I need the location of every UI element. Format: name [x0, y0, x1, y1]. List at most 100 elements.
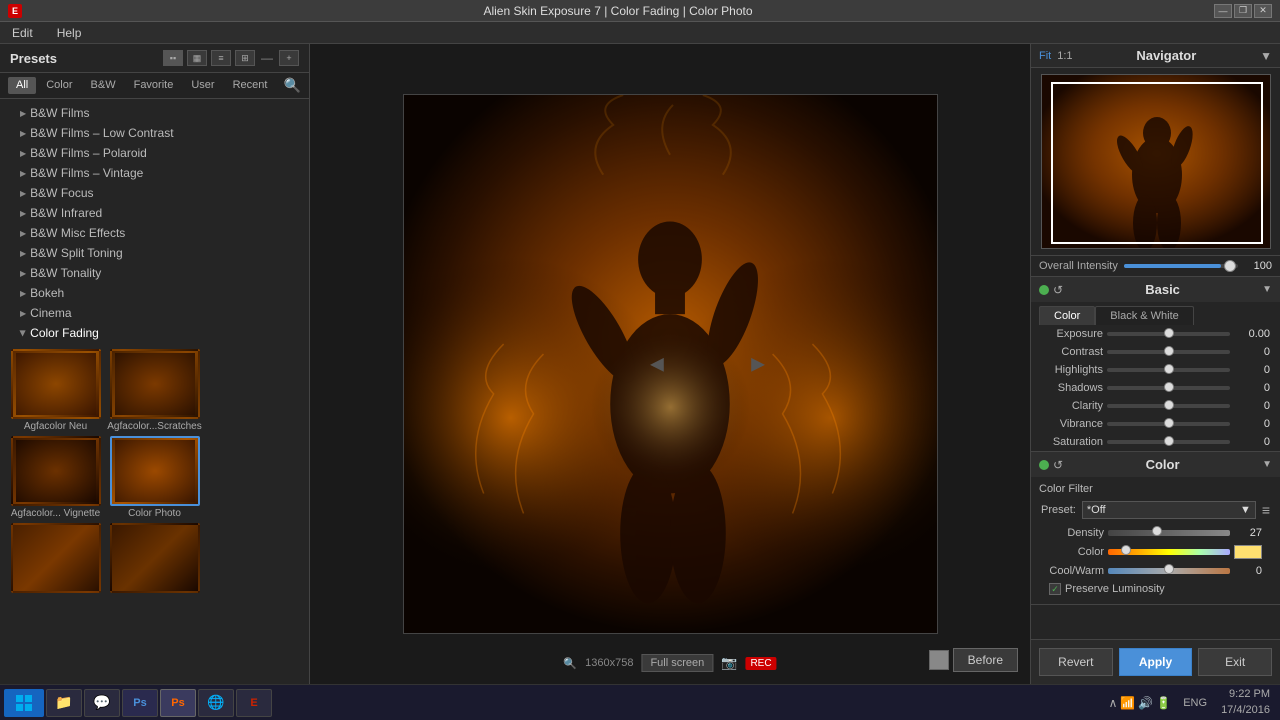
category-bw-vintage[interactable]: ▶B&W Films – Vintage [0, 163, 309, 183]
language-indicator[interactable]: ENG [1179, 697, 1211, 709]
taskbar-chrome[interactable]: 🌐 [198, 689, 234, 717]
taskbar-whatsapp[interactable]: 💬 [84, 689, 120, 717]
filter-tab-recent[interactable]: Recent [225, 77, 276, 94]
navigator-title: Navigator [1136, 48, 1196, 63]
thumb-agfacolor-neu[interactable]: Agfacolor Neu [8, 349, 103, 432]
window-controls: — ❐ ✕ [1214, 4, 1272, 18]
basic-collapse-arrow[interactable]: ▼ [1262, 284, 1272, 295]
tab-bw[interactable]: Black & White [1095, 306, 1193, 325]
color-swatch-preview[interactable] [1234, 545, 1262, 559]
basic-panel-header[interactable]: ↺ Basic ▼ [1031, 277, 1280, 302]
cool-warm-row: Cool/Warm 0 [1039, 562, 1272, 580]
category-bw-misc[interactable]: ▶B&W Misc Effects [0, 223, 309, 243]
menu-help[interactable]: Help [53, 24, 86, 42]
vibrance-row: Vibrance 0 [1031, 415, 1280, 433]
category-bw-split[interactable]: ▶B&W Split Toning [0, 243, 309, 263]
clock: 9:22 PM 17/4/2016 [1215, 687, 1276, 718]
preserve-checkbox[interactable]: ✓ [1049, 583, 1061, 595]
thumb-agfacolor-vignette[interactable]: Agfacolor... Vignette [8, 436, 103, 519]
intensity-slider[interactable] [1124, 264, 1238, 268]
nav-arrow-left[interactable]: ◀ [650, 354, 664, 375]
highlights-row: Highlights 0 [1031, 361, 1280, 379]
navigator-collapse-arrow[interactable]: ▼ [1260, 49, 1272, 63]
category-bw-tonality[interactable]: ▶B&W Tonality [0, 263, 309, 283]
color-refresh-icon[interactable]: ↺ [1053, 458, 1063, 472]
category-bw-films[interactable]: ▶B&W Films [0, 103, 309, 123]
category-bw-infrared[interactable]: ▶B&W Infrared [0, 203, 309, 223]
category-bw-focus[interactable]: ▶B&W Focus [0, 183, 309, 203]
thumb-img-extra2 [110, 523, 200, 593]
revert-button[interactable]: Revert [1039, 648, 1113, 676]
search-icon[interactable]: 🔍 [284, 77, 301, 94]
density-slider[interactable] [1108, 530, 1230, 536]
shadows-value: 0 [1234, 382, 1270, 394]
category-bw-polaroid[interactable]: ▶B&W Films – Polaroid [0, 143, 309, 163]
saturation-value: 0 [1234, 436, 1270, 448]
basic-refresh-icon[interactable]: ↺ [1053, 283, 1063, 297]
view-icon-grid[interactable]: ⊞ [235, 50, 255, 66]
tray-expand-icon[interactable]: ∧ [1109, 696, 1118, 710]
clarity-thumb [1164, 400, 1174, 410]
expand-all-button[interactable]: + [279, 50, 299, 66]
exit-button[interactable]: Exit [1198, 648, 1272, 676]
view-icon-list[interactable]: ≡ [211, 50, 231, 66]
tray-battery-icon: 🔋 [1156, 696, 1171, 710]
close-button[interactable]: ✕ [1254, 4, 1272, 18]
filter-tab-bw[interactable]: B&W [83, 77, 124, 94]
list-options-icon[interactable]: ≡ [1262, 502, 1270, 518]
tray-network-icon[interactable]: 📶 [1120, 696, 1135, 710]
taskbar-app6[interactable]: E [236, 689, 272, 717]
filter-tab-favorite[interactable]: Favorite [126, 77, 182, 94]
color-collapse-arrow[interactable]: ▼ [1262, 459, 1272, 470]
filter-tab-all[interactable]: All [8, 77, 36, 94]
start-button[interactable] [4, 689, 44, 717]
clarity-label: Clarity [1041, 400, 1103, 412]
contrast-slider[interactable] [1107, 350, 1230, 354]
thumb-agfacolor-scratches[interactable]: Agfacolor...Scratches [107, 349, 202, 432]
category-bokeh[interactable]: ▶Bokeh [0, 283, 309, 303]
saturation-label: Saturation [1041, 436, 1103, 448]
shadows-slider[interactable] [1107, 386, 1230, 390]
taskbar-file-explorer[interactable]: 📁 [46, 689, 82, 717]
cool-warm-slider[interactable] [1108, 568, 1230, 574]
tray-volume-icon[interactable]: 🔊 [1138, 696, 1153, 710]
maximize-button[interactable]: ❐ [1234, 4, 1252, 18]
minimize-button[interactable]: — [1214, 4, 1232, 18]
view-icon-medium[interactable]: ▦ [187, 50, 207, 66]
menu-edit[interactable]: Edit [8, 24, 37, 42]
thumb-extra1[interactable] [8, 523, 103, 595]
apply-button[interactable]: Apply [1119, 648, 1193, 676]
category-cinema[interactable]: ▶Cinema [0, 303, 309, 323]
filter-tab-user[interactable]: User [183, 77, 222, 94]
color-panel-header[interactable]: ↺ Color ▼ [1031, 452, 1280, 477]
vibrance-slider[interactable] [1107, 422, 1230, 426]
clarity-slider[interactable] [1107, 404, 1230, 408]
saturation-row: Saturation 0 [1031, 433, 1280, 451]
preset-list: ▶B&W Films ▶B&W Films – Low Contrast ▶B&… [0, 99, 309, 684]
color-swatch[interactable] [929, 650, 949, 670]
tab-color[interactable]: Color [1039, 306, 1095, 325]
view-icon-small[interactable]: ▪▪ [163, 50, 183, 66]
category-bw-low[interactable]: ▶B&W Films – Low Contrast [0, 123, 309, 143]
nav-fit-button[interactable]: Fit [1039, 50, 1051, 62]
thumb-color-photo[interactable]: Color Photo [107, 436, 202, 519]
exposure-slider[interactable] [1107, 332, 1230, 336]
nav-arrow-right[interactable]: ▶ [751, 354, 765, 375]
color-swatch-track[interactable] [1108, 549, 1230, 555]
nav-controls: Fit 1:1 [1039, 50, 1073, 62]
saturation-slider[interactable] [1107, 440, 1230, 444]
color-header-controls: ↺ [1039, 458, 1063, 472]
taskbar-photoshop2[interactable]: Ps [160, 689, 196, 717]
before-button[interactable]: Before [953, 648, 1018, 672]
highlights-slider[interactable] [1107, 368, 1230, 372]
fullscreen-button[interactable]: Full screen [641, 654, 713, 672]
nav-ratio-button[interactable]: 1:1 [1057, 50, 1072, 62]
before-controls: Before [929, 648, 1018, 672]
basic-enabled-dot[interactable] [1039, 285, 1049, 295]
color-enabled-dot[interactable] [1039, 460, 1049, 470]
taskbar-photoshop1[interactable]: Ps [122, 689, 158, 717]
color-preset-dropdown[interactable]: *Off ▼ [1082, 501, 1256, 519]
category-color-fading[interactable]: ▶Color Fading [0, 323, 309, 343]
thumb-extra2[interactable] [107, 523, 202, 595]
filter-tab-color[interactable]: Color [38, 77, 80, 94]
